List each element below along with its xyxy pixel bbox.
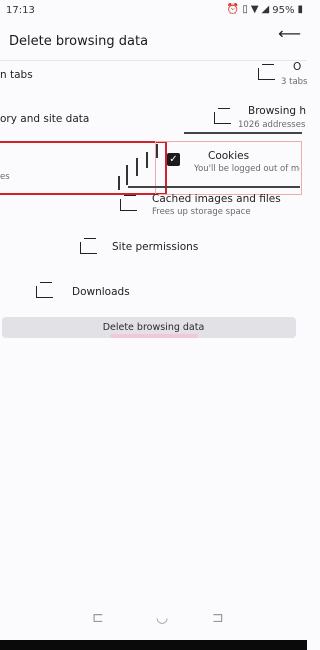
alarm-icon: ⏰ <box>226 4 240 15</box>
open-tabs-left-label: n tabs <box>0 69 33 81</box>
glitch-line <box>128 186 300 188</box>
cached-subtitle: Frees up storage space <box>152 207 251 217</box>
glitch-tick <box>146 152 148 168</box>
cookies-subtitle: You'll be logged out of most <box>194 164 300 174</box>
browsing-history-checkbox[interactable] <box>214 108 231 124</box>
cached-title: Cached images and files <box>152 193 281 205</box>
site-permissions-title: Site permissions <box>112 241 199 253</box>
status-time: 17:13 <box>6 5 35 16</box>
back-nav-icon[interactable]: ⊐ <box>212 610 224 626</box>
glitch-tick <box>156 144 158 158</box>
back-arrow-icon[interactable]: ⟵ <box>278 24 301 43</box>
recent-apps-icon[interactable]: ⊏ <box>92 610 104 626</box>
downloads-title: Downloads <box>72 286 130 298</box>
delete-button-label: Delete browsing data <box>102 322 205 333</box>
open-tabs-subtitle: 3 tabs <box>281 77 308 87</box>
downloads-checkbox[interactable] <box>36 282 53 298</box>
glitch-line <box>184 132 302 134</box>
site-permissions-checkbox[interactable] <box>80 238 97 254</box>
glitch-tick <box>118 176 120 190</box>
open-tabs-title: O <box>293 61 302 73</box>
home-icon[interactable]: ◡ <box>156 610 168 626</box>
system-nav-bar <box>0 600 307 640</box>
button-ripple <box>110 334 198 338</box>
wifi-icon: ▼ <box>250 4 259 15</box>
browsing-history-title: Browsing h <box>248 105 307 117</box>
battery-percent: 95% <box>272 4 295 16</box>
page-title: Delete browsing data <box>9 34 149 49</box>
bottom-edge <box>0 640 307 650</box>
browsing-history-subtitle: 1026 addresses <box>238 120 306 130</box>
status-icons: ⏰ ▯ ▼ ◢ 95% ▮ <box>227 4 303 16</box>
cookies-checkbox[interactable]: ✓ <box>167 153 180 166</box>
header-divider <box>0 60 307 61</box>
cached-checkbox[interactable] <box>120 195 137 211</box>
open-tabs-checkbox[interactable] <box>258 64 275 80</box>
glitch-tick <box>126 165 128 185</box>
vibrate-icon: ▯ <box>242 4 248 15</box>
battery-icon: ▮ <box>297 4 303 15</box>
cookies-left-label: es <box>0 172 10 182</box>
cookies-title: Cookies <box>208 150 250 162</box>
glitch-tick <box>136 158 138 176</box>
browsing-history-left-label: ory and site data <box>0 113 90 125</box>
signal-icon: ◢ <box>261 4 270 15</box>
